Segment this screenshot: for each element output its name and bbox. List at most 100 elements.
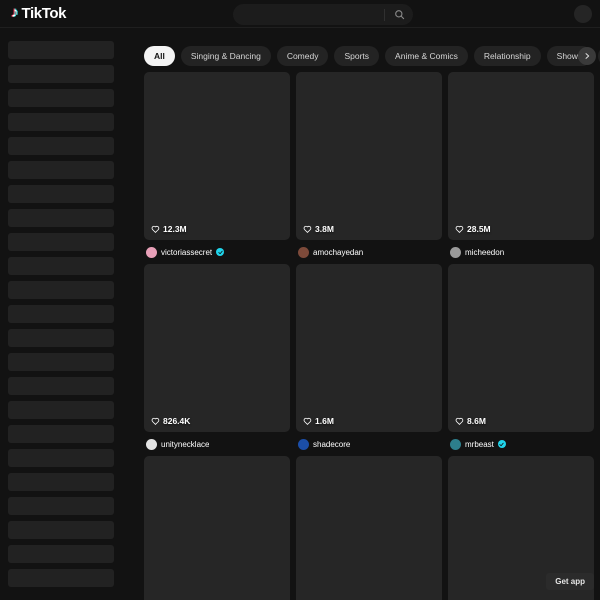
like-count: 28.5M: [455, 224, 491, 234]
like-count: 826.4K: [151, 416, 190, 426]
author-avatar[interactable]: [298, 438, 309, 450]
author-username: shadecore: [313, 439, 351, 449]
sidebar: [0, 29, 138, 600]
top-header: ♪ TikTok: [0, 0, 600, 28]
heart-icon: [151, 225, 160, 233]
heart-icon: [151, 417, 160, 425]
video-author[interactable]: unitynecklace: [144, 432, 290, 456]
sidebar-skeleton-item: [8, 233, 114, 251]
author-avatar[interactable]: [450, 438, 461, 450]
author-avatar[interactable]: [146, 246, 157, 258]
category-chip-all[interactable]: All: [144, 46, 175, 66]
category-chip-relationship[interactable]: Relationship: [473, 46, 541, 66]
sidebar-skeleton-item: [8, 497, 114, 515]
video-author[interactable]: amochayedan: [296, 240, 442, 264]
video-card: 12.3M victoriassecret: [144, 72, 290, 264]
video-author[interactable]: shadecore: [296, 432, 442, 456]
sidebar-skeleton-item: [8, 65, 114, 83]
sidebar-skeleton-item: [8, 473, 114, 491]
heart-icon: [455, 225, 464, 233]
sidebar-skeleton-item: [8, 329, 114, 347]
like-count-value: 12.3M: [163, 224, 187, 234]
sidebar-skeleton-item: [8, 113, 114, 131]
sidebar-skeleton-item: [8, 521, 114, 539]
like-count-value: 1.6M: [315, 416, 334, 426]
like-count-value: 8.6M: [467, 416, 486, 426]
video-card: [144, 456, 290, 600]
sidebar-skeleton-item: [8, 401, 114, 419]
author-username: unitynecklace: [161, 439, 210, 449]
video-thumbnail[interactable]: 1.6M: [296, 264, 442, 432]
sidebar-skeleton-item: [8, 185, 114, 203]
music-note-icon: ♪: [11, 4, 19, 21]
heart-icon: [303, 417, 312, 425]
heart-icon: [303, 225, 312, 233]
video-thumbnail[interactable]: 826.4K: [144, 264, 290, 432]
verified-badge-icon: [497, 440, 506, 448]
search-button[interactable]: [385, 4, 413, 25]
search-icon: [394, 10, 404, 20]
sidebar-skeleton-item: [8, 545, 114, 563]
video-card: [296, 456, 442, 600]
video-card: 8.6M mrbeast: [448, 264, 594, 456]
video-card: 826.4K unitynecklace: [144, 264, 290, 456]
like-count-value: 28.5M: [467, 224, 491, 234]
get-app-button[interactable]: Get app: [546, 573, 594, 590]
like-count: 1.6M: [303, 416, 334, 426]
video-card: 1.6M shadecore: [296, 264, 442, 456]
author-username: amochayedan: [313, 247, 364, 257]
sidebar-skeleton-list: [8, 41, 130, 587]
category-chip-singing-dancing[interactable]: Singing & Dancing: [180, 46, 271, 66]
profile-avatar[interactable]: [574, 5, 592, 23]
sidebar-skeleton-item: [8, 377, 114, 395]
video-author[interactable]: victoriassecret: [144, 240, 290, 264]
video-grid: 12.3M victoriassecret 3.8M amochayedan 28.5M…: [138, 72, 600, 600]
video-author[interactable]: micheedon: [448, 240, 594, 264]
search-input[interactable]: [233, 4, 384, 25]
logo-wordmark: TikTok: [21, 5, 67, 22]
sidebar-skeleton-item: [8, 209, 114, 227]
like-count: 8.6M: [455, 416, 486, 426]
main-content: All Singing & Dancing Comedy Sports Anime & …: [138, 29, 600, 600]
category-chip-anime-comics[interactable]: Anime & Comics: [385, 46, 468, 66]
category-chip-comedy[interactable]: Comedy: [276, 46, 329, 66]
author-username: mrbeast: [465, 439, 494, 449]
author-username: victoriassecret: [161, 247, 213, 257]
sidebar-skeleton-item: [8, 257, 114, 275]
sidebar-skeleton-item: [8, 161, 114, 179]
sidebar-skeleton-item: [8, 353, 114, 371]
video-thumbnail[interactable]: 3.8M: [296, 72, 442, 240]
heart-icon: [455, 417, 464, 425]
video-thumbnail[interactable]: [296, 456, 442, 600]
like-count-value: 3.8M: [315, 224, 334, 234]
category-chip-sports[interactable]: Sports: [334, 46, 380, 66]
author-username: micheedon: [465, 247, 505, 257]
author-avatar[interactable]: [298, 246, 309, 258]
verified-badge-icon: [216, 248, 225, 256]
sidebar-skeleton-item: [8, 281, 114, 299]
like-count: 12.3M: [151, 224, 187, 234]
video-thumbnail[interactable]: [144, 456, 290, 600]
sidebar-skeleton-item: [8, 569, 114, 587]
sidebar-skeleton-item: [8, 41, 114, 59]
sidebar-skeleton-item: [8, 137, 114, 155]
video-card: 28.5M micheedon: [448, 72, 594, 264]
sidebar-skeleton-item: [8, 449, 114, 467]
video-card: 3.8M amochayedan: [296, 72, 442, 264]
category-next-button[interactable]: [578, 47, 596, 65]
tiktok-logo[interactable]: ♪ TikTok: [11, 0, 66, 28]
author-avatar[interactable]: [450, 246, 461, 258]
sidebar-skeleton-item: [8, 89, 114, 107]
category-tabs-scroller[interactable]: All Singing & Dancing Comedy Sports Anime & …: [144, 46, 600, 66]
video-thumbnail[interactable]: 28.5M: [448, 72, 594, 240]
author-avatar[interactable]: [146, 438, 157, 450]
like-count-value: 826.4K: [163, 416, 191, 426]
search-bar[interactable]: [233, 4, 413, 25]
video-thumbnail[interactable]: 8.6M: [448, 264, 594, 432]
chevron-right-icon: [585, 53, 590, 59]
sidebar-skeleton-item: [8, 425, 114, 443]
category-tabs: All Singing & Dancing Comedy Sports Anime & …: [138, 40, 600, 72]
video-thumbnail[interactable]: 12.3M: [144, 72, 290, 240]
video-author[interactable]: mrbeast: [448, 432, 594, 456]
like-count: 3.8M: [303, 224, 334, 234]
